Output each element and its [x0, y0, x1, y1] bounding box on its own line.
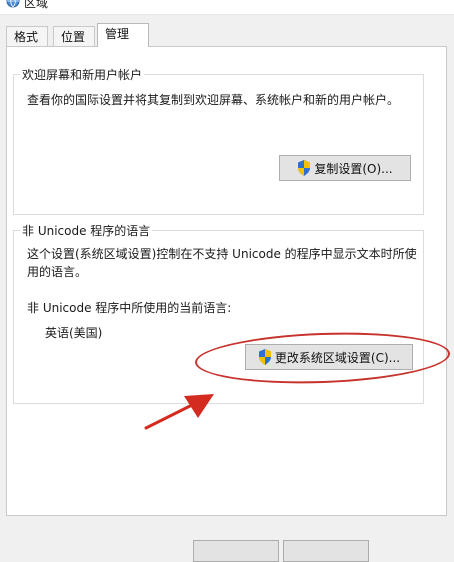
- tab-administrative[interactable]: 管理: [97, 23, 149, 47]
- cancel-button-partial[interactable]: [283, 540, 369, 562]
- welcome-group-title: 欢迎屏幕和新用户帐户: [20, 66, 145, 83]
- copy-settings-label: 复制设置(O)...: [314, 161, 393, 176]
- unicode-description-line1: 这个设置(系统区域设置)控制在不支持 Unicode 的程序中显示文本时所使: [27, 247, 417, 261]
- welcome-description: 查看你的国际设置并将其复制到欢迎屏幕、系统帐户和新的用户帐户。: [27, 93, 400, 107]
- unicode-group-title: 非 Unicode 程序的语言: [20, 222, 153, 239]
- copy-settings-button[interactable]: 复制设置(O)...: [279, 155, 411, 181]
- welcome-screen-group: 欢迎屏幕和新用户帐户 查看你的国际设置并将其复制到欢迎屏幕、系统帐户和新的用户帐…: [13, 66, 424, 215]
- current-language-value: 英语(美国): [45, 326, 103, 340]
- tab-panel: 欢迎屏幕和新用户帐户 查看你的国际设置并将其复制到欢迎屏幕、系统帐户和新的用户帐…: [6, 46, 447, 516]
- tab-format[interactable]: 格式: [6, 26, 48, 46]
- current-language-label: 非 Unicode 程序中所使用的当前语言:: [27, 301, 232, 315]
- window-title: 区域: [24, 0, 49, 10]
- annotation-arrow-icon: [144, 394, 214, 430]
- globe-icon: [6, 0, 20, 8]
- ok-button-partial[interactable]: [193, 540, 279, 562]
- title-bar: 区域: [0, 0, 454, 15]
- uac-shield-icon: [298, 160, 311, 176]
- tab-location[interactable]: 位置: [53, 26, 95, 46]
- unicode-description-line2: 用的语言。: [27, 265, 88, 279]
